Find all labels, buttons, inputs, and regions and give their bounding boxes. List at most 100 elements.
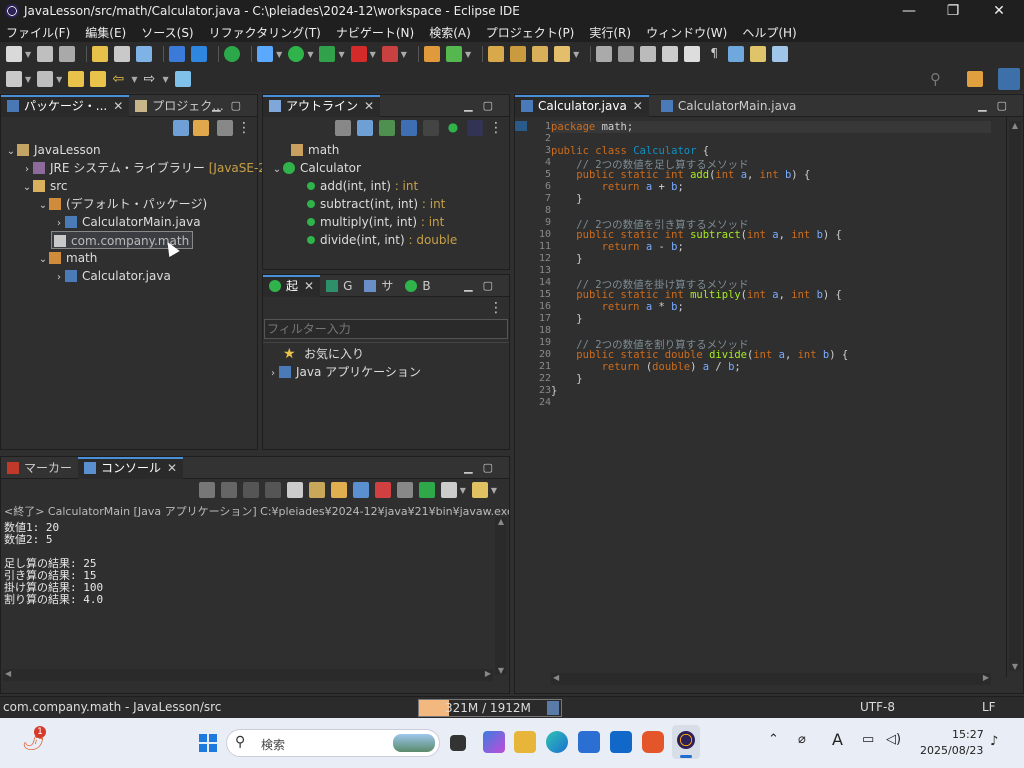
tab-outline[interactable]: アウトライン ✕	[263, 94, 381, 117]
filter-input[interactable]: フィルター入力	[264, 319, 508, 339]
task-icon[interactable]	[169, 46, 186, 62]
remove-all-icon[interactable]	[264, 482, 281, 498]
quick-access-search-icon[interactable]: ⚲	[930, 70, 941, 88]
taskbar-search-input[interactable]: ⚲ 検索	[226, 729, 440, 757]
ime-indicator[interactable]: A	[832, 730, 843, 749]
minimize-maximize-icon[interactable]: ▁▢	[464, 279, 503, 292]
tab-servers[interactable]: サ	[358, 275, 399, 297]
sort-icon[interactable]	[357, 120, 373, 136]
console-horizontal-scrollbar[interactable]: ◀ ▶	[3, 669, 493, 681]
menu-navigate[interactable]: ナビゲート(N)	[336, 24, 414, 41]
tree-item-calculatormain[interactable]: › CalculatorMain.java	[53, 213, 201, 231]
redo-icon[interactable]	[114, 46, 131, 62]
open-console-icon[interactable]	[440, 482, 457, 498]
debug-icon[interactable]	[257, 46, 274, 62]
tree-item-src[interactable]: ⌄ src	[21, 177, 68, 195]
outline-item-package[interactable]: math	[291, 141, 339, 159]
tab-package-explorer[interactable]: パッケージ・... ✕	[1, 94, 130, 117]
new-console-icon[interactable]	[471, 482, 488, 498]
menu-search[interactable]: 検索(A)	[429, 24, 471, 41]
close-icon[interactable]: ✕	[364, 99, 374, 113]
collapse-all-icon[interactable]	[173, 120, 189, 136]
block-select-icon[interactable]	[662, 46, 679, 62]
run-icon[interactable]	[288, 46, 305, 62]
show-whitespace-icon[interactable]	[684, 46, 701, 62]
show-stderr-icon[interactable]	[374, 482, 391, 498]
view-menu-icon[interactable]: ⋮	[237, 120, 251, 136]
tab-markers[interactable]: マーカー	[1, 457, 78, 479]
menu-help[interactable]: ヘルプ(H)	[742, 24, 796, 41]
editor-vertical-scrollbar[interactable]: ▲ ▼	[1009, 121, 1021, 671]
close-button[interactable]: ✕	[976, 0, 1022, 22]
new-package-icon[interactable]	[423, 46, 440, 62]
view-menu-icon[interactable]: ⋮	[489, 300, 503, 316]
collapse-icon[interactable]	[335, 120, 351, 136]
file-explorer-icon[interactable]	[514, 731, 536, 753]
menu-project[interactable]: プロジェクト(P)	[486, 24, 575, 41]
close-icon[interactable]: ✕	[304, 279, 314, 293]
close-icon[interactable]: ✕	[167, 461, 177, 475]
encoding-status[interactable]: UTF-8	[860, 700, 895, 714]
open-resource-icon[interactable]	[532, 46, 549, 62]
outline-item-method[interactable]: divide(int, int) : double	[307, 231, 457, 249]
volume-icon[interactable]: ◁)	[886, 732, 901, 747]
forward-edit-icon[interactable]	[90, 71, 107, 87]
terminal-icon[interactable]	[136, 46, 153, 62]
new-class-icon[interactable]	[445, 46, 462, 62]
hide-local-types-icon[interactable]: ●	[445, 120, 461, 136]
toggle-mark-icon[interactable]	[640, 46, 657, 62]
new-icon[interactable]	[6, 46, 22, 62]
chevron-up-icon[interactable]: ⌃	[768, 732, 779, 747]
tab-launch[interactable]: 起 ✕	[263, 274, 321, 297]
open-type-icon[interactable]	[488, 46, 505, 62]
highlight-icon[interactable]	[618, 46, 635, 62]
open-perspective-icon[interactable]	[174, 71, 191, 87]
minimize-maximize-icon[interactable]: ▁▢	[978, 99, 1017, 112]
save-icon[interactable]	[37, 46, 54, 62]
tree-item-favorites[interactable]: ★ お気に入り	[283, 345, 364, 363]
task-view-icon[interactable]	[450, 735, 466, 751]
clock-date[interactable]: 2025/08/23	[920, 744, 983, 757]
pilcrow-icon[interactable]: ¶	[706, 46, 722, 62]
tab-g[interactable]: G	[320, 275, 358, 297]
brave-icon[interactable]	[642, 731, 664, 753]
tab-calculatormain-java[interactable]: CalculatorMain.java	[655, 95, 803, 117]
store-icon[interactable]	[578, 731, 600, 753]
windows-start-icon[interactable]	[196, 731, 218, 753]
stop-icon[interactable]	[350, 46, 367, 62]
outline-item-class[interactable]: ⌄ Calculator	[271, 159, 361, 177]
view-menu-icon[interactable]: ⋮	[489, 120, 503, 136]
open-perspective-button[interactable]	[967, 71, 983, 87]
tree-item-math[interactable]: ⌄ math	[37, 249, 98, 267]
menu-run[interactable]: 実行(R)	[589, 24, 631, 41]
pin-console-icon[interactable]	[396, 482, 413, 498]
tree-item-default-package[interactable]: ⌄ (デフォルト・パッケージ)	[37, 195, 207, 213]
menu-source[interactable]: ソース(S)	[141, 24, 193, 41]
display-console-icon[interactable]	[418, 482, 435, 498]
network-off-icon[interactable]: ⌀	[798, 732, 806, 747]
copilot-icon[interactable]	[483, 731, 505, 753]
hide-fields-icon[interactable]	[379, 120, 395, 136]
remove-launch-icon[interactable]	[242, 482, 259, 498]
annotation-icon[interactable]	[596, 46, 613, 62]
clear-console-icon[interactable]	[286, 482, 303, 498]
word-wrap-icon[interactable]	[330, 482, 347, 498]
open-task-icon[interactable]	[510, 46, 527, 62]
pin-editor-icon[interactable]	[6, 71, 22, 87]
maximize-button[interactable]: ❐	[930, 0, 976, 22]
gear-icon[interactable]	[191, 46, 208, 62]
tree-item-calculator[interactable]: › Calculator.java	[53, 267, 171, 285]
clock-time[interactable]: 15:27	[952, 728, 984, 741]
back-edit-icon[interactable]	[68, 71, 85, 87]
tree-item-java-application[interactable]: › Java アプリケーション	[267, 363, 421, 381]
eclipse-taskbar-button[interactable]	[672, 725, 700, 759]
line-ending-status[interactable]: LF	[982, 700, 996, 714]
refresh-icon[interactable]	[198, 482, 215, 498]
edge-icon[interactable]	[546, 731, 568, 753]
search-tool-icon[interactable]	[554, 46, 571, 62]
back-arrow-icon[interactable]: ⇦	[112, 71, 128, 87]
undo-icon[interactable]	[92, 46, 109, 62]
console-vertical-scrollbar[interactable]: ▲ ▼	[495, 517, 507, 675]
outlook-icon[interactable]	[610, 731, 632, 753]
next-annotation-icon[interactable]	[750, 46, 767, 62]
